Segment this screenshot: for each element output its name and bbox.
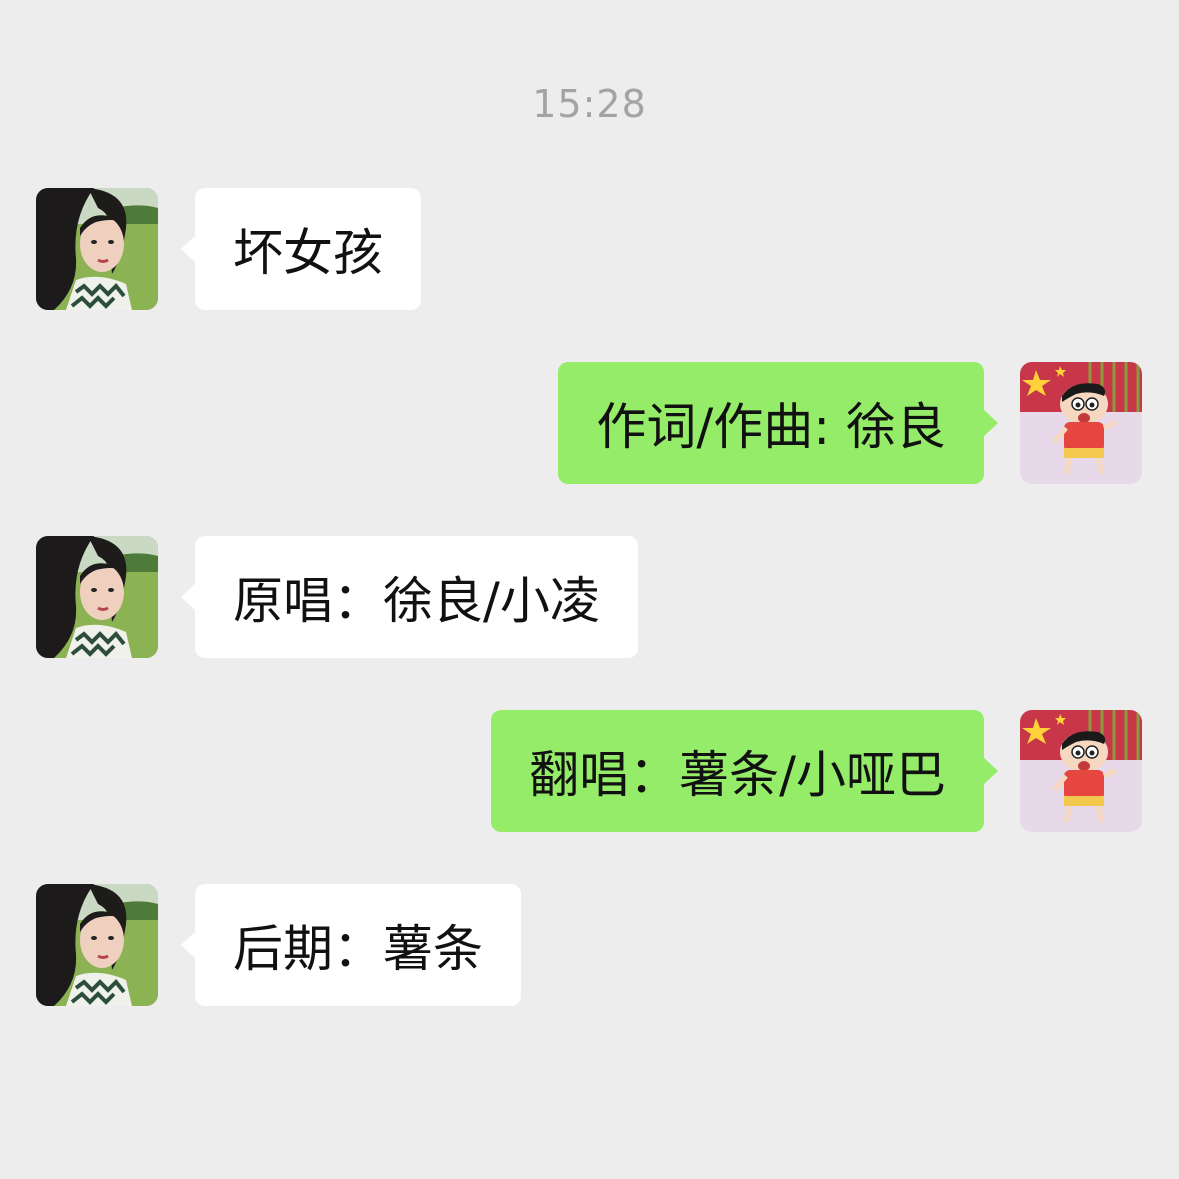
message-row: 翻唱：薯条/小哑巴 xyxy=(0,710,1179,834)
message-row: 作词/作曲: 徐良 xyxy=(0,362,1179,486)
message-row: 坏女孩 xyxy=(0,188,1179,312)
my-avatar-icon[interactable] xyxy=(1020,710,1142,832)
outgoing-message-bubble[interactable]: 作词/作曲: 徐良 xyxy=(558,362,998,484)
contact-avatar-icon[interactable] xyxy=(36,884,158,1006)
message-text: 原唱：徐良/小凌 xyxy=(233,572,600,630)
message-text: 后期：薯条 xyxy=(233,920,483,978)
contact-avatar-icon[interactable] xyxy=(36,188,158,310)
my-avatar-icon[interactable] xyxy=(1020,362,1142,484)
contact-avatar-icon[interactable] xyxy=(36,536,158,658)
chat-timestamp: 15:28 xyxy=(532,82,647,126)
incoming-message-bubble[interactable]: 坏女孩 xyxy=(181,188,421,310)
message-text: 坏女孩 xyxy=(233,224,383,282)
incoming-message-bubble[interactable]: 后期：薯条 xyxy=(181,884,521,1006)
message-row: 原唱：徐良/小凌 xyxy=(0,536,1179,660)
message-text: 作词/作曲: 徐良 xyxy=(596,398,946,456)
message-text: 翻唱：薯条/小哑巴 xyxy=(529,746,946,804)
incoming-message-bubble[interactable]: 原唱：徐良/小凌 xyxy=(181,536,638,658)
message-row: 后期：薯条 xyxy=(0,884,1179,1008)
outgoing-message-bubble[interactable]: 翻唱：薯条/小哑巴 xyxy=(491,710,998,832)
